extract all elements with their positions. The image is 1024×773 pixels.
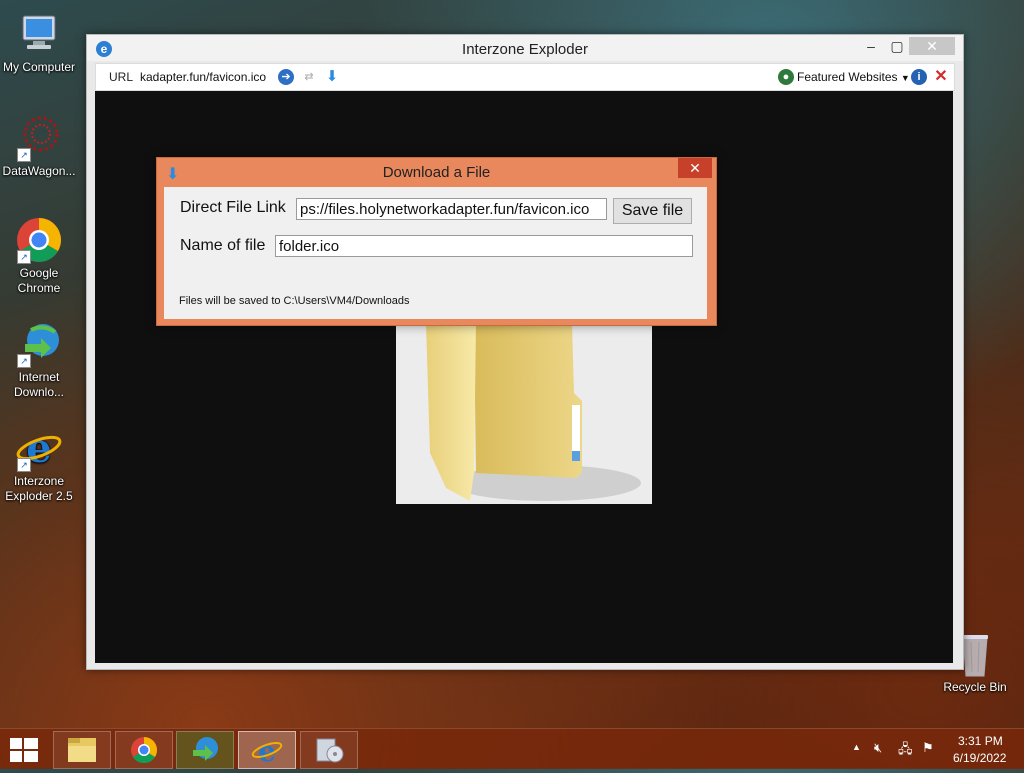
taskbar-interzone-exploder[interactable]: e — [238, 731, 296, 769]
address-toolbar: URL kadapter.fun/favicon.ico ➔ ⇄ ⬇ ● Fea… — [95, 63, 955, 91]
svg-text:e: e — [258, 735, 276, 768]
desktop-icon-label: Recycle Bin — [943, 680, 1007, 694]
direct-link-label: Direct File Link — [180, 199, 286, 216]
chrome-icon — [131, 737, 158, 764]
action-center-flag-icon[interactable]: ⚑ — [922, 740, 934, 756]
chevron-down-icon: ▼ — [900, 73, 910, 83]
download-dialog: ⬇ Download a File ✕ Direct File Link ps:… — [156, 157, 717, 326]
show-hidden-icons-icon[interactable]: ▲ — [852, 742, 861, 752]
ie-icon: e — [251, 735, 283, 768]
taskbar-chrome[interactable] — [115, 731, 173, 769]
minimize-button[interactable]: – — [857, 37, 885, 55]
dialog-title: Download a File — [382, 164, 491, 181]
dialog-close-button[interactable]: ✕ — [678, 158, 712, 178]
featured-websites-label: Featured Websites — [797, 70, 898, 84]
volume-muted-icon[interactable]: 🔇︎ — [874, 740, 882, 756]
desktop-icon-label-line2: Downlo... — [13, 385, 65, 399]
save-file-button[interactable]: Save file — [613, 198, 692, 224]
featured-websites-dropdown[interactable]: Featured Websites ▼ — [797, 70, 910, 84]
clock-date[interactable]: 6/19/2022 — [953, 751, 1006, 765]
download-manager-icon: ↗ — [15, 320, 63, 368]
ie-icon: e ↗ — [15, 424, 63, 472]
maximize-button[interactable]: ▢ — [883, 37, 911, 55]
taskbar-file-explorer[interactable] — [53, 731, 111, 769]
shortcut-arrow-icon: ↗ — [17, 354, 31, 368]
desktop-icon-label-line1: Interzone — [13, 474, 65, 488]
desktop-icon-label-line1: Internet — [18, 370, 60, 384]
windows-logo-icon — [10, 738, 38, 762]
file-name-label: Name of file — [180, 237, 266, 254]
direct-link-input[interactable]: ps://files.holynetworkadapter.fun/favico… — [296, 198, 607, 220]
taskbar-installer[interactable] — [300, 731, 358, 769]
save-location-note: Files will be saved to C:\Users\VM4/Down… — [179, 295, 410, 307]
shortcut-arrow-icon: ↗ — [17, 250, 31, 264]
taskbar-download-manager[interactable] — [176, 731, 234, 769]
desktop-icon-datawagon[interactable]: ↗ DataWagon... — [0, 114, 78, 179]
folder-image — [396, 323, 652, 504]
file-name-input[interactable]: folder.ico — [275, 235, 693, 257]
folder-icon — [68, 738, 96, 762]
start-button[interactable] — [10, 738, 38, 762]
download-manager-icon — [193, 737, 218, 761]
shortcut-arrow-icon: ↗ — [17, 458, 31, 472]
close-button[interactable]: ✕ — [909, 37, 955, 55]
desktop-icon-my-computer[interactable]: My Computer — [0, 10, 78, 75]
installer-icon — [316, 738, 344, 763]
shortcut-arrow-icon: ↗ — [17, 148, 31, 162]
url-input[interactable]: kadapter.fun/favicon.ico — [140, 70, 266, 84]
desktop-icon-label-line2: Chrome — [17, 281, 61, 295]
window-title: Interzone Exploder — [462, 41, 588, 58]
datawagon-icon: ↗ — [15, 114, 63, 162]
url-label: URL — [109, 70, 134, 84]
computer-icon — [15, 10, 63, 58]
desktop-icon-label-line1: Google — [19, 266, 59, 280]
globe-icon: ● — [778, 69, 794, 85]
download-icon[interactable]: ⬇ — [324, 69, 340, 85]
taskbar: e ▲ 🔇︎ 🖧 ⚑ 3:31 PM 6/19/2022 — [0, 728, 1024, 769]
desktop-icon-label-line2: Exploder 2.5 — [5, 489, 73, 503]
desktop-icon-label: DataWagon... — [2, 164, 76, 178]
desktop-icon-label: My Computer — [2, 60, 76, 74]
chrome-icon: ↗ — [15, 216, 63, 264]
network-icon[interactable]: 🖧 — [898, 740, 913, 762]
desktop-icon-interzone-exploder[interactable]: e ↗ Interzone Exploder 2.5 — [0, 424, 78, 504]
dialog-body: Direct File Link ps://files.holynetworka… — [164, 187, 707, 319]
clock-time[interactable]: 3:31 PM — [958, 734, 1003, 748]
desktop-icon-internet-download-manager[interactable]: ↗ Internet Downlo... — [0, 320, 78, 400]
go-icon[interactable]: ➔ — [278, 69, 294, 85]
title-bar[interactable]: e Interzone Exploder – ▢ ✕ — [87, 35, 963, 61]
refresh-icon[interactable]: ⇄ — [301, 69, 317, 85]
info-icon[interactable]: i — [911, 69, 927, 85]
desktop-icon-google-chrome[interactable]: ↗ Google Chrome — [0, 216, 78, 296]
stop-icon[interactable]: ✕ — [933, 69, 949, 85]
